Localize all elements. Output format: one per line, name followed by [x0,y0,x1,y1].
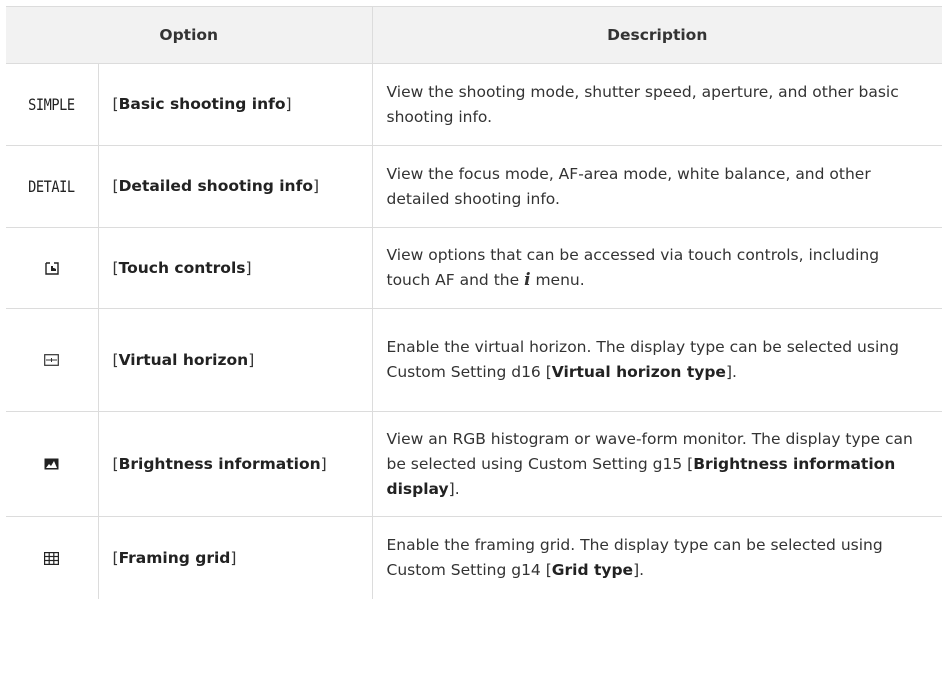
icon-cell: DETAIL [6,145,98,228]
touch-controls-icon [45,261,59,275]
table-row: [Touch controls] View options that can b… [6,227,942,309]
description-column-header: Description [371,6,942,64]
icon-cell: SIMPLE [6,63,98,146]
detail-text-icon: DETAIL [28,176,76,196]
option-description: View an RGB histogram or wave-form monit… [371,411,942,517]
option-description: View the focus mode, AF-area mode, white… [371,145,942,228]
icon-cell [6,517,98,600]
description-bold-text: Grid type [551,561,634,579]
option-description: Enable the framing grid. The display typ… [371,516,942,599]
table-row: SIMPLE [Basic shooting info] View the sh… [6,63,942,146]
table-row: [Virtual horizon] Enable the virtual hor… [6,308,942,412]
simple-text-icon: SIMPLE [28,94,76,114]
icon-cell [6,308,98,412]
option-name-cell: [Framing grid] [97,516,372,599]
virtual-horizon-icon [44,354,60,366]
description-text: View options that can be accessed via to… [386,246,880,289]
option-name-cell: [Detailed shooting info] [97,145,372,228]
option-name: Brightness information [118,454,321,473]
table-row: DETAIL [Detailed shooting info] View the… [6,145,942,228]
option-name-cell: [Virtual horizon] [97,308,372,412]
icon-cell [6,227,98,309]
option-column-header: Option [6,6,372,64]
options-table: Option Description SIMPLE [Basic shootin… [6,6,942,599]
option-name-cell: [Brightness information] [97,411,372,517]
description-text: menu. [530,271,585,289]
histogram-icon [44,458,59,470]
option-description: Enable the virtual horizon. The display … [371,308,942,412]
icon-cell [6,411,98,517]
table-row: [Brightness information] View an RGB his… [6,411,942,517]
option-name: Virtual horizon [118,350,249,369]
description-text: ]. [725,363,737,381]
option-name: Touch controls [118,258,246,277]
option-description: View options that can be accessed via to… [371,227,942,309]
description-text: ]. [633,561,645,579]
table-row: [Framing grid] Enable the framing grid. … [6,516,942,600]
table-header-row: Option Description [6,6,942,64]
description-text: ]. [448,479,460,498]
option-name-cell: [Basic shooting info] [97,63,372,146]
description-bold-text: Virtual horizon type [551,363,726,381]
option-name: Framing grid [118,548,231,567]
option-name: Basic shooting info [118,95,286,113]
framing-grid-icon [44,551,60,565]
option-name-cell: [Touch controls] [97,227,372,309]
option-description: View the shooting mode, shutter speed, a… [371,63,942,146]
option-name: Detailed shooting info [118,177,313,195]
